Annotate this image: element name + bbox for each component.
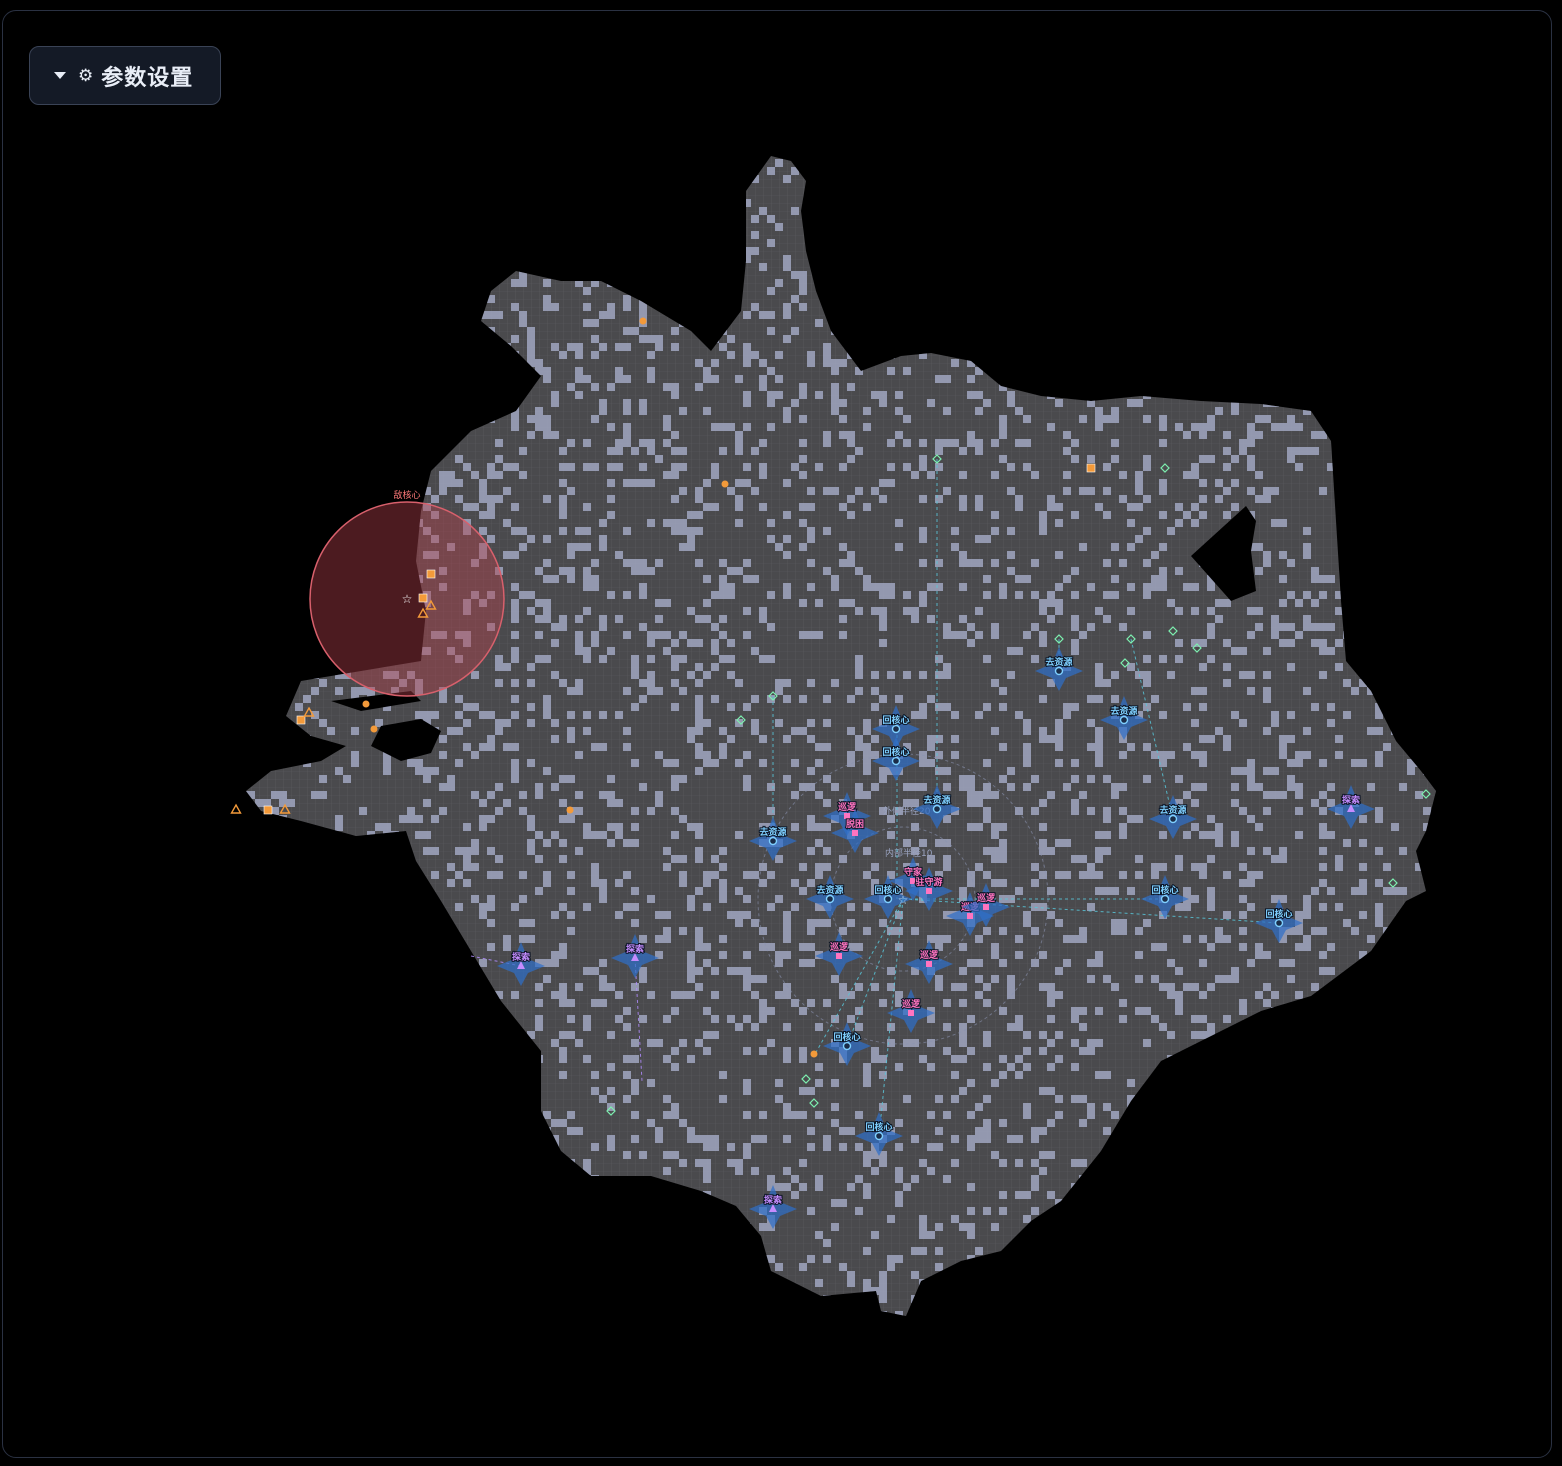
patrol-unit-icon xyxy=(836,953,842,959)
unit-label: 去资源 xyxy=(923,794,950,806)
unit-dot-icon xyxy=(768,836,778,846)
unit-label: 守家 xyxy=(904,866,923,878)
unit-label: 探索 xyxy=(512,951,530,963)
unit-label: 脱困 xyxy=(846,818,864,830)
unit-dot-icon xyxy=(883,894,893,904)
resource-dot-icon xyxy=(810,1050,818,1058)
unit-label: 去资源 xyxy=(1159,804,1186,816)
patrol-unit-icon xyxy=(926,961,932,967)
resource-dot-icon xyxy=(370,725,378,733)
unit-label: 回核心 xyxy=(882,714,909,726)
unit-dot-icon xyxy=(874,1131,884,1141)
unit-label: 驻守游 xyxy=(915,876,942,888)
patrol-unit-icon xyxy=(844,813,850,819)
unit-dot-icon xyxy=(891,756,901,766)
unit-dot-icon xyxy=(1160,894,1170,904)
unit-label: 探索 xyxy=(1342,794,1360,806)
unit-label: 回核心 xyxy=(882,746,909,758)
home-core-star-icon: ☆ xyxy=(898,893,909,907)
patrol-unit-icon xyxy=(967,913,973,919)
resource-triangle-icon xyxy=(230,803,242,814)
unit-label: 巡逻 xyxy=(977,892,996,904)
patrol-unit-icon xyxy=(926,888,932,894)
unit-label: 去资源 xyxy=(1110,705,1137,717)
resource-square-icon xyxy=(426,569,436,579)
unit-dot-icon xyxy=(842,1041,852,1051)
unit-label: 去资源 xyxy=(1045,656,1072,668)
resource-dot-icon xyxy=(362,700,370,708)
game-map[interactable]: 敌核心☆外侧半径20内部半径10回核心回核心去资源去资源去资源去资源去资源去资源… xyxy=(3,11,1551,1457)
unit-label: 回核心 xyxy=(1265,908,1292,920)
unit-dot-icon xyxy=(891,724,901,734)
unit-dot-icon xyxy=(1119,715,1129,725)
patrol-unit-icon xyxy=(908,1010,914,1016)
unit-dot-icon xyxy=(932,804,942,814)
unit-dot-icon xyxy=(1168,814,1178,824)
caret-down-icon xyxy=(54,72,66,79)
unit-label: 巡逻 xyxy=(920,949,939,961)
resource-dot-icon xyxy=(721,480,729,488)
unit-dot-icon xyxy=(825,894,835,904)
enemy-core-star-icon: ☆ xyxy=(402,592,413,606)
inner-radius-label: 内部半径10 xyxy=(885,847,933,859)
resource-square-icon xyxy=(263,805,273,815)
enemy-core-label: 敌核心 xyxy=(393,489,420,501)
unit-label: 探索 xyxy=(626,943,644,955)
settings-label: 参数设置 xyxy=(101,65,194,91)
unit-label: 回核心 xyxy=(865,1121,892,1133)
patrol-unit-icon xyxy=(852,830,858,836)
resource-square-icon xyxy=(296,715,306,725)
unit-label: 回核心 xyxy=(1151,884,1178,896)
unit-label: 巡逻 xyxy=(830,941,849,953)
unit-dot-icon xyxy=(1274,918,1284,928)
settings-toggle-button[interactable]: ⚙ 参数设置 xyxy=(29,46,221,105)
patrol-unit-icon xyxy=(983,904,989,910)
unit-label: 回核心 xyxy=(833,1031,860,1043)
resource-square-icon xyxy=(418,593,428,603)
unit-dot-icon xyxy=(1054,666,1064,676)
gear-icon: ⚙ xyxy=(78,65,94,86)
unit-label: 巡逻 xyxy=(902,998,921,1010)
unit-label: 探索 xyxy=(764,1194,782,1206)
resource-dot-icon xyxy=(639,317,647,325)
unit-label: 去资源 xyxy=(816,884,843,896)
unit-label: 去资源 xyxy=(759,826,786,838)
game-viewport[interactable]: 敌核心 ☆ 外侧半径20 内部半径10 回核心 回核心 去资源 去资源 去资源 去资源 去资源 去资源… xyxy=(2,10,1552,1458)
resource-dot-icon xyxy=(566,806,574,814)
resource-square-icon xyxy=(1086,463,1096,473)
